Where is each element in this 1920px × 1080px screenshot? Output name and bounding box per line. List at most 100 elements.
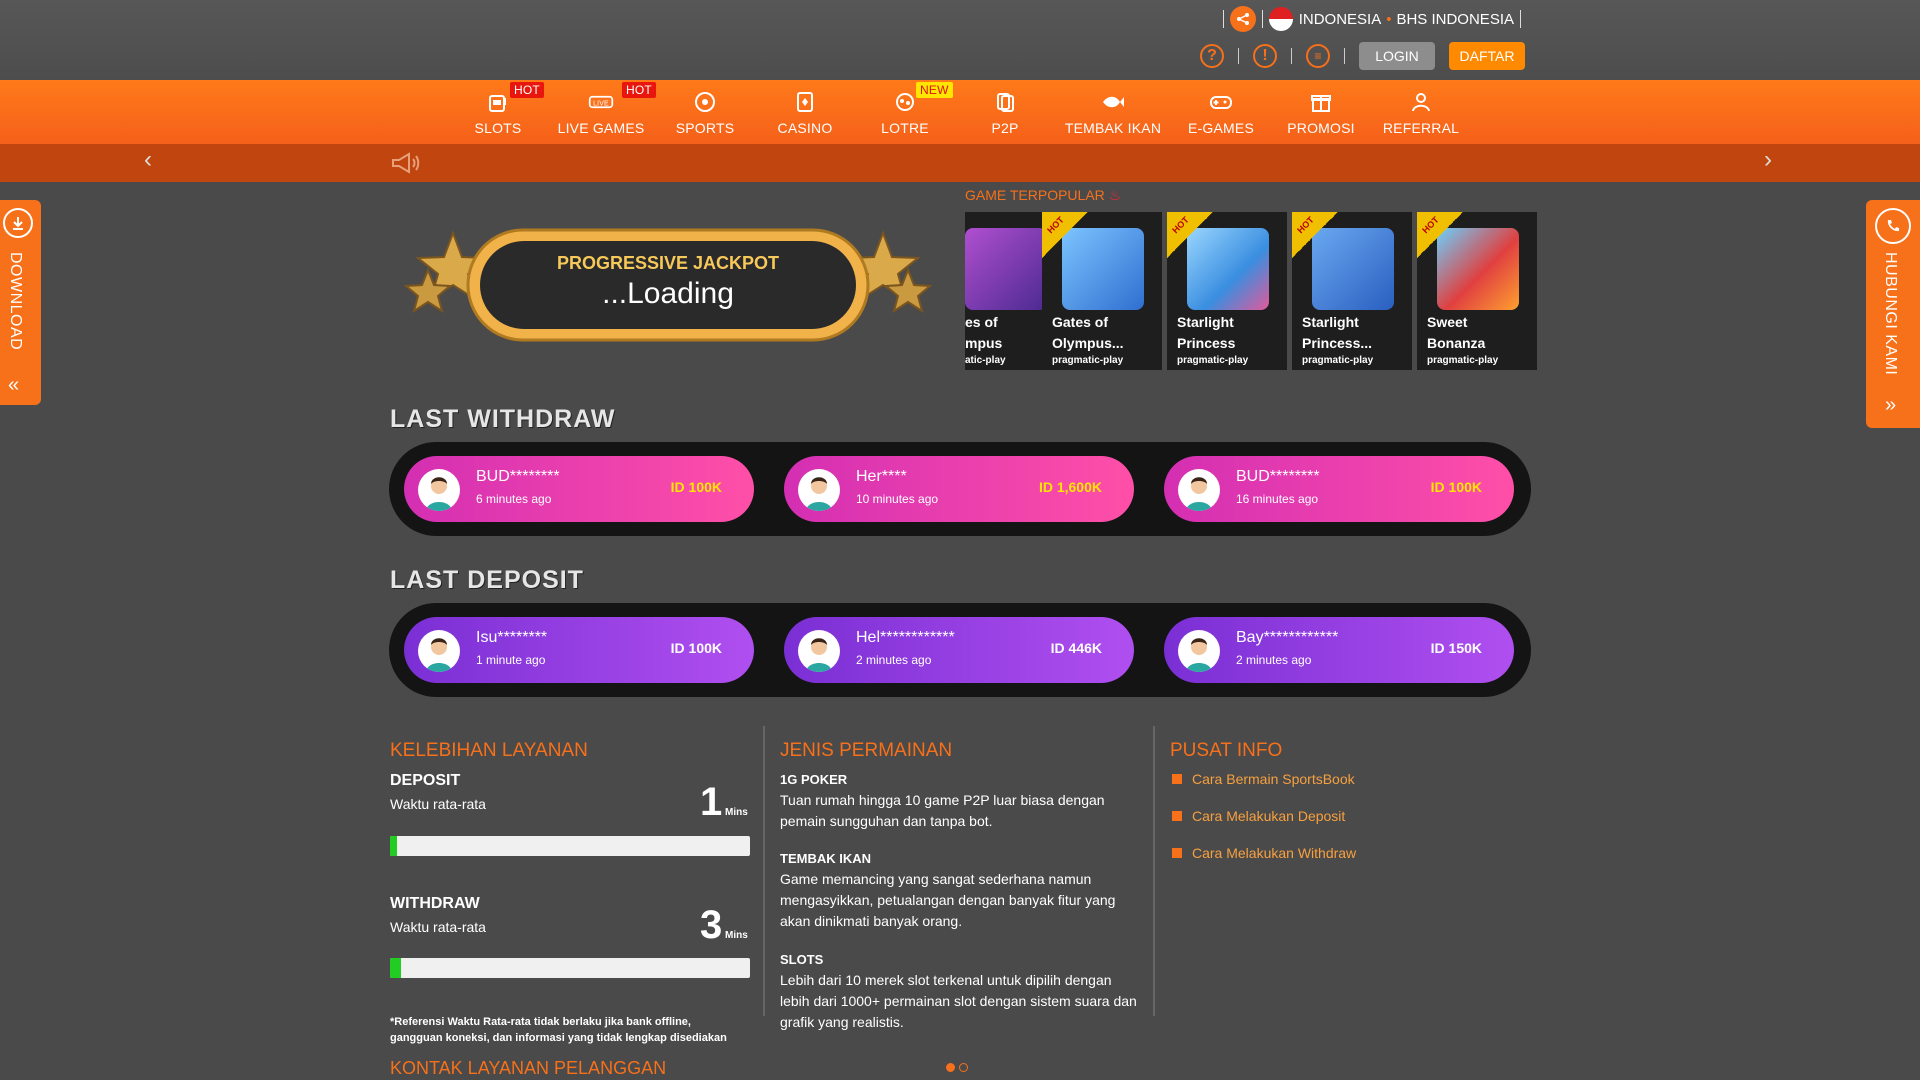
time-ago: 10 minutes ago xyxy=(856,492,939,506)
gamepad-icon xyxy=(1208,90,1234,114)
info-link-text[interactable]: Cara Melakukan Deposit xyxy=(1192,808,1345,824)
info-link-text[interactable]: Cara Bermain SportsBook xyxy=(1192,771,1355,787)
info-link-text[interactable]: Cara Melakukan Withdraw xyxy=(1192,845,1356,861)
nav-item-sports[interactable]: SPORTS xyxy=(672,80,738,144)
deposit-tray: Isu******** 1 minute ago ID 100K Hel****… xyxy=(389,603,1531,697)
bullet-icon xyxy=(1172,811,1182,821)
download-side-tab[interactable]: DOWNLOAD « xyxy=(0,200,41,405)
game-provider: pragmatic-play xyxy=(1052,355,1124,366)
bullet-icon xyxy=(1172,848,1182,858)
nav-item-casino[interactable]: CASINO xyxy=(772,80,838,144)
main-nav: SLOTS HOT LIVE LIVE GAMES HOT SPORTS CAS… xyxy=(0,80,1920,144)
download-icon xyxy=(3,208,33,238)
game-types-title: JENIS PERMAINAN xyxy=(780,740,953,761)
nav-item-slots[interactable]: SLOTS HOT xyxy=(470,80,544,144)
alert-icon[interactable]: ! xyxy=(1253,44,1277,68)
last-deposit-title: LAST DEPOSIT xyxy=(390,566,584,594)
user-name: Hel************ xyxy=(856,629,955,646)
nav-item-p2p[interactable]: P2P xyxy=(975,80,1035,144)
nav-item-live-games[interactable]: LIVE LIVE GAMES HOT xyxy=(556,80,656,144)
nav-label: LIVE GAMES xyxy=(557,120,645,136)
soccer-ball-icon xyxy=(692,90,718,114)
language-bar: INDONESIA • BHS INDONESIA xyxy=(1217,6,1527,32)
nav-item-tembak-ikan[interactable]: TEMBAK IKAN xyxy=(1062,80,1164,144)
jackpot-title: PROGRESSIVE JACKPOT xyxy=(556,253,780,273)
withdraw-card: Her**** 10 minutes ago ID 1,600K xyxy=(784,456,1134,522)
service-title: KELEBIHAN LAYANAN xyxy=(390,740,588,761)
ticker-next-button[interactable]: › xyxy=(1764,146,1772,174)
column-divider xyxy=(763,726,765,1016)
info-link[interactable]: Cara Bermain SportsBook xyxy=(1172,771,1355,787)
nav-item-e-games[interactable]: E-GAMES xyxy=(1185,80,1257,144)
withdraw-time-value: 3 xyxy=(700,903,723,947)
hot-ribbon: HOT xyxy=(1292,212,1338,258)
expand-arrow[interactable]: » xyxy=(1885,394,1896,417)
amount: ID 446K xyxy=(1050,640,1102,656)
game-name: Gates of Olympus... xyxy=(1052,314,1124,351)
avatar-icon xyxy=(798,469,840,511)
chat-icon[interactable]: ≡ xyxy=(1306,44,1330,68)
game-thumbnail xyxy=(965,228,1047,310)
register-button[interactable]: DAFTAR xyxy=(1449,42,1525,70)
column-divider xyxy=(1153,726,1155,1016)
game-name: Sweet Bonanza xyxy=(1427,314,1486,351)
time-ago: 6 minutes ago xyxy=(476,492,552,506)
unit-label: Mins xyxy=(725,807,748,818)
amount: ID 100K xyxy=(670,479,722,495)
game-type-heading: SLOTS xyxy=(780,952,824,967)
nav-label: TEMBAK IKAN xyxy=(1064,120,1162,136)
slot-machine-icon xyxy=(485,90,511,114)
gift-icon xyxy=(1308,90,1334,114)
language-dot: • xyxy=(1386,10,1392,28)
avatar-icon xyxy=(1178,630,1220,672)
lottery-icon xyxy=(892,90,918,114)
help-icon[interactable]: ? xyxy=(1200,44,1224,68)
hot-badge: HOT xyxy=(510,82,544,98)
nav-label: REFERRAL xyxy=(1382,120,1460,136)
game-type-heading: TEMBAK IKAN xyxy=(780,851,871,866)
time-ago: 2 minutes ago xyxy=(856,653,932,667)
share-icon[interactable] xyxy=(1229,6,1256,32)
nav-label: SPORTS xyxy=(675,120,735,136)
amount: ID 150K xyxy=(1430,640,1482,656)
nav-item-promosi[interactable]: PROMOSI xyxy=(1285,80,1357,144)
divider xyxy=(1238,48,1239,64)
pager-dot-active[interactable] xyxy=(946,1063,955,1072)
game-card[interactable]: HOT Starlight Princess... pragmatic-play xyxy=(1292,212,1412,370)
amount: ID 100K xyxy=(1430,479,1482,495)
game-type-heading: 1G POKER xyxy=(780,772,848,787)
game-card[interactable]: HOT Gates of Olympus... pragmatic-play xyxy=(1042,212,1162,370)
avg-label: Waktu rata-rata xyxy=(390,919,486,935)
download-label: DOWNLOAD xyxy=(7,252,24,351)
ticker-prev-button[interactable]: ‹ xyxy=(144,146,152,174)
nav-label: LOTRE xyxy=(881,120,929,136)
game-provider: pragmatic-play xyxy=(1302,355,1374,366)
deposit-progress-bar xyxy=(390,836,750,856)
svg-text:LIVE: LIVE xyxy=(593,100,609,107)
card-icon xyxy=(792,90,818,114)
indonesia-flag-icon[interactable] xyxy=(1268,7,1293,31)
game-card[interactable]: HOT Starlight Princess pragmatic-play xyxy=(1167,212,1287,370)
login-button[interactable]: LOGIN xyxy=(1359,42,1435,70)
language-label[interactable]: BHS INDONESIA xyxy=(1396,11,1514,28)
info-link[interactable]: Cara Melakukan Withdraw xyxy=(1172,845,1356,861)
withdraw-progress-bar xyxy=(390,958,750,978)
withdraw-tray: BUD******** 6 minutes ago ID 100K Her***… xyxy=(389,442,1531,536)
new-badge: NEW xyxy=(916,82,953,98)
popular-title-text: GAME TERPOPULAR xyxy=(965,187,1105,203)
game-provider: pragmatic-play xyxy=(1177,355,1249,366)
game-card[interactable]: HOT Sweet Bonanza pragmatic-play xyxy=(1417,212,1537,370)
info-link[interactable]: Cara Melakukan Deposit xyxy=(1172,808,1345,824)
avatar-icon xyxy=(418,630,460,672)
collapse-arrow[interactable]: « xyxy=(8,374,19,397)
carousel-pager xyxy=(946,1063,968,1072)
nav-item-referral[interactable]: REFERRAL xyxy=(1380,80,1462,144)
contact-side-tab[interactable]: HUBUNGI KAMI » xyxy=(1866,200,1920,428)
pager-dot[interactable] xyxy=(959,1063,968,1072)
language-name[interactable]: INDONESIA xyxy=(1299,11,1382,28)
nav-item-lotre[interactable]: LOTRE NEW xyxy=(872,80,953,144)
divider xyxy=(1520,10,1521,28)
fire-icon: ♨ xyxy=(1108,187,1122,203)
divider xyxy=(1222,10,1224,28)
game-name: Starlight Princess... xyxy=(1302,314,1373,351)
